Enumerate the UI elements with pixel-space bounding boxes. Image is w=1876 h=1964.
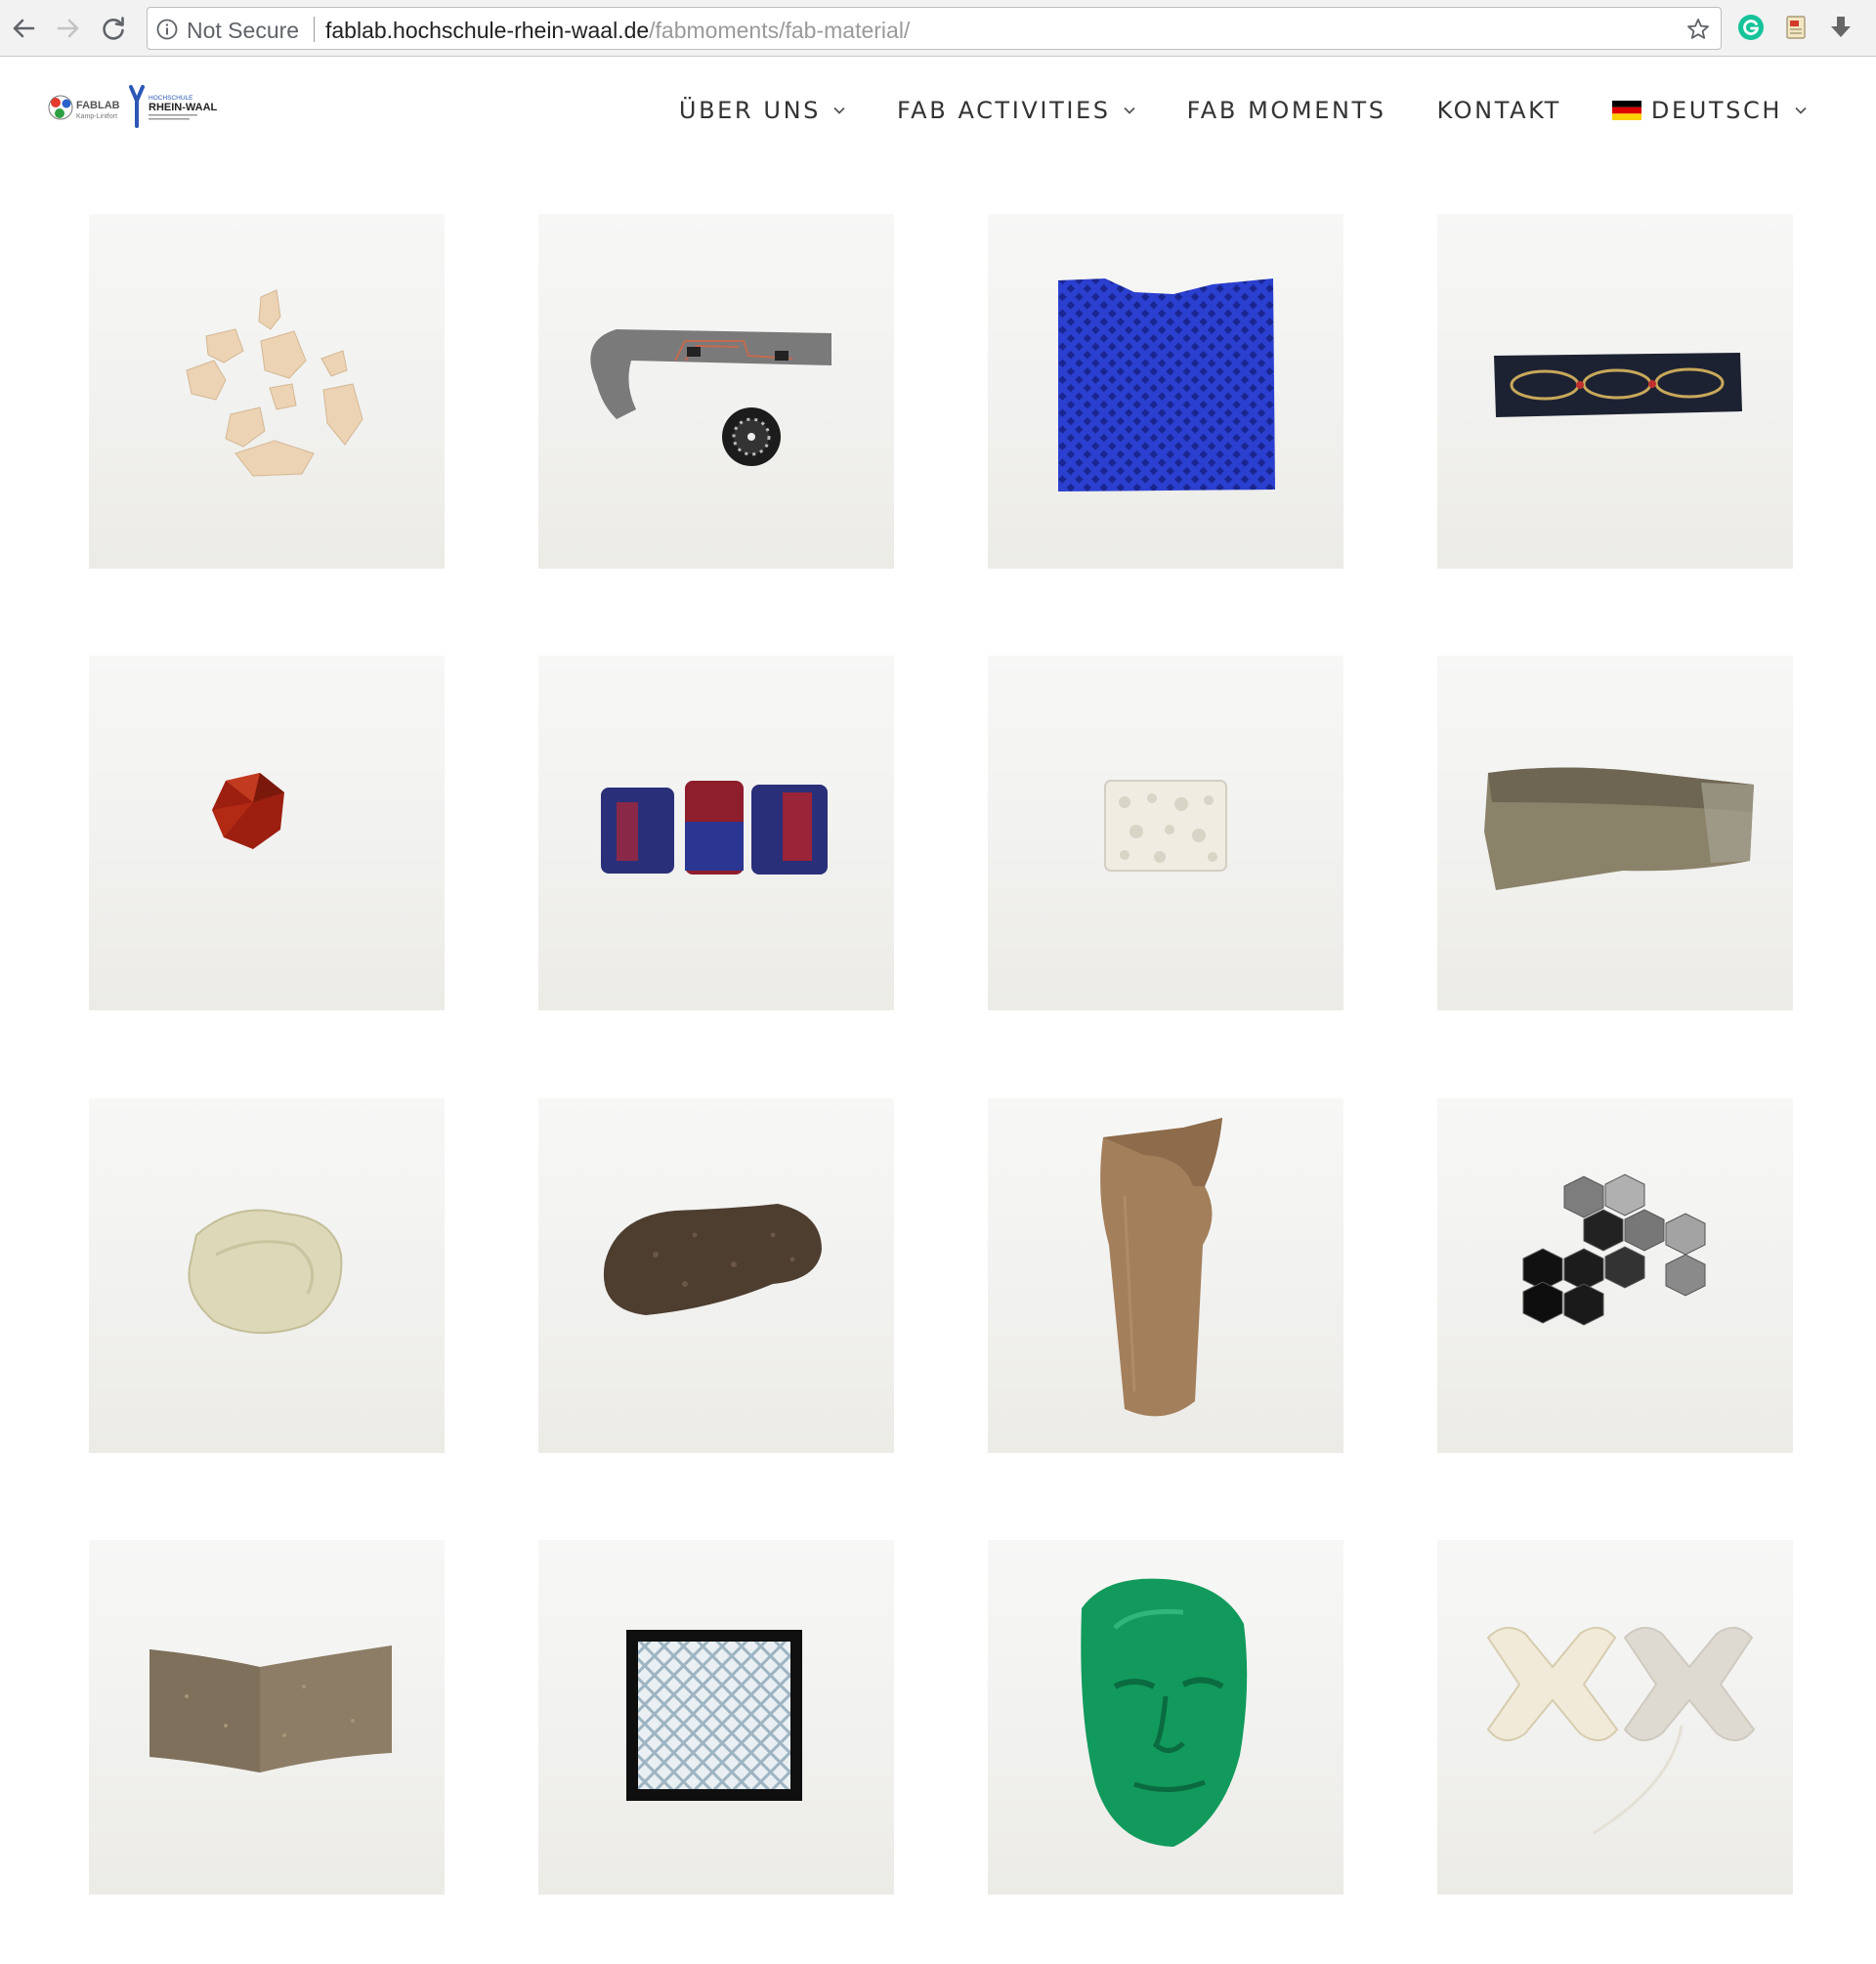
embroidered-band-image bbox=[1494, 353, 1742, 417]
material-gallery bbox=[0, 0, 1876, 1964]
veneer-pieces-image bbox=[186, 289, 363, 477]
gallery-tile-white-diamond-lattice[interactable] bbox=[538, 1540, 894, 1895]
gallery-tile-textile-circuit-strap[interactable] bbox=[538, 214, 894, 569]
hexagon-felt-tiles-image bbox=[1522, 1174, 1706, 1326]
language-switcher[interactable]: DEUTSCH bbox=[1611, 97, 1808, 124]
blue-printed-mesh-image bbox=[1058, 278, 1275, 491]
download-icon[interactable] bbox=[1827, 14, 1855, 41]
address-bar[interactable]: Not Secure fablab.hochschule-rhein-waal.… bbox=[147, 7, 1722, 50]
fish-skin-leather-image bbox=[1484, 767, 1754, 890]
logo-subtext: Kamp-Lintfort bbox=[76, 113, 117, 120]
gallery-tile-hexagon-felt-tiles[interactable] bbox=[1437, 1098, 1793, 1453]
url-path: /fabmoments/fab-material/ bbox=[649, 18, 911, 43]
nav-item-fab-activities[interactable]: FAB ACTIVITIES bbox=[897, 97, 1136, 124]
gallery-tile-veneer-pieces[interactable] bbox=[89, 214, 445, 569]
grammarly-extension-icon[interactable] bbox=[1737, 14, 1765, 41]
language-label: DEUTSCH bbox=[1650, 97, 1782, 124]
gallery-tile-green-face-mask[interactable] bbox=[988, 1540, 1343, 1895]
white-porous-block-image bbox=[1104, 780, 1227, 872]
silicone-x-actuators-image bbox=[1486, 1627, 1756, 1835]
gallery-tile-jute-cast[interactable] bbox=[988, 1098, 1343, 1453]
gallery-tile-pressed-fiber-board[interactable] bbox=[89, 1540, 445, 1895]
forward-arrow-icon bbox=[57, 19, 79, 38]
partner-logo-small-text: HOCHSCHULE bbox=[149, 95, 193, 102]
gallery-tile-translucent-bioplastic[interactable] bbox=[89, 1098, 445, 1453]
site-header: FABLAB Kamp-Lintfort HOCHSCHULE RHEIN-WA… bbox=[0, 58, 1876, 155]
fablab-logo-mark bbox=[48, 95, 73, 120]
gallery-tile-red-resin-polyhedron[interactable] bbox=[89, 656, 445, 1010]
reload-button[interactable] bbox=[98, 13, 129, 44]
site-logo[interactable]: FABLAB Kamp-Lintfort HOCHSCHULE RHEIN-WA… bbox=[47, 83, 219, 130]
nav-item-kontakt[interactable]: KONTAKT bbox=[1437, 97, 1561, 124]
nav-item-label: FAB MOMENTS bbox=[1186, 97, 1386, 124]
chevron-down-icon bbox=[1795, 107, 1807, 114]
gallery-tile-embroidered-band[interactable] bbox=[1437, 214, 1793, 569]
main-navigation: ÜBER UNS FAB ACTIVITIES FAB MOMENTS KONT… bbox=[679, 91, 1808, 130]
notes-extension-icon[interactable] bbox=[1782, 14, 1810, 41]
nav-item-label: ÜBER UNS bbox=[678, 97, 821, 124]
hsrw-logo-mark bbox=[129, 85, 145, 128]
green-face-mask-image bbox=[1081, 1578, 1248, 1847]
url-text[interactable]: fablab.hochschule-rhein-waal.de/fabmomen… bbox=[325, 18, 910, 44]
pressed-fiber-board-image bbox=[149, 1645, 392, 1772]
translucent-bioplastic-image bbox=[188, 1209, 343, 1334]
nav-item-ueber-uns[interactable]: ÜBER UNS bbox=[679, 97, 846, 124]
back-arrow-icon bbox=[13, 19, 35, 38]
security-label[interactable]: Not Secure bbox=[187, 18, 299, 44]
gallery-tile-silicone-x-actuators[interactable] bbox=[1437, 1540, 1793, 1895]
blue-red-cylinders-image bbox=[601, 781, 828, 875]
chevron-down-icon bbox=[833, 107, 845, 114]
url-host: fablab.hochschule-rhein-waal.de bbox=[325, 18, 650, 43]
nav-item-fab-moments[interactable]: FAB MOMENTS bbox=[1187, 97, 1386, 124]
forward-button[interactable] bbox=[53, 13, 84, 44]
gallery-tile-blue-printed-mesh[interactable] bbox=[988, 214, 1343, 569]
browser-toolbar: Not Secure fablab.hochschule-rhein-waal.… bbox=[0, 0, 1876, 57]
chevron-down-icon bbox=[1123, 107, 1135, 114]
back-button[interactable] bbox=[8, 13, 39, 44]
nav-item-label: FAB ACTIVITIES bbox=[896, 97, 1111, 124]
gallery-tile-blue-red-cylinders[interactable] bbox=[538, 656, 894, 1010]
german-flag-icon bbox=[1611, 101, 1642, 120]
red-resin-polyhedron-image bbox=[212, 773, 284, 849]
gallery-tile-fish-skin-leather[interactable] bbox=[1437, 656, 1793, 1010]
address-separator bbox=[314, 17, 315, 42]
gallery-tile-cork-composite[interactable] bbox=[538, 1098, 894, 1453]
partner-logo-fineprint bbox=[149, 114, 197, 116]
logo-text: FABLAB bbox=[76, 100, 120, 111]
bookmark-star-icon[interactable] bbox=[1685, 17, 1711, 42]
partner-logo-text: RHEIN-WAAL bbox=[149, 102, 218, 113]
textile-circuit-strap-image bbox=[590, 329, 831, 466]
jute-cast-image bbox=[1100, 1118, 1222, 1417]
cork-composite-image bbox=[603, 1204, 822, 1315]
white-diamond-lattice-image bbox=[626, 1630, 802, 1801]
info-icon[interactable] bbox=[156, 19, 178, 40]
gallery-tile-white-porous-block[interactable] bbox=[988, 656, 1343, 1010]
reload-icon bbox=[103, 17, 124, 40]
nav-item-label: KONTAKT bbox=[1436, 97, 1561, 124]
